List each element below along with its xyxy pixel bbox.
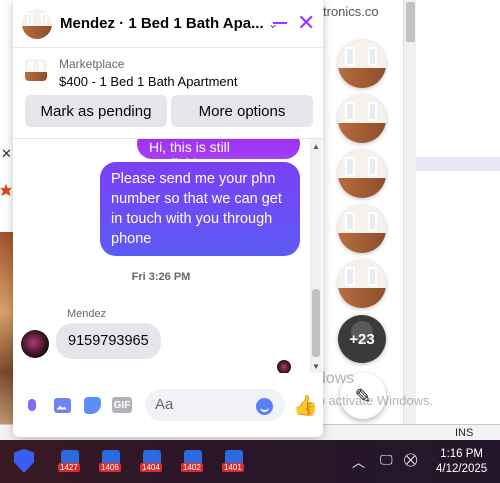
background-site-title: tronics.co: [323, 4, 379, 19]
notification-badge: 1404: [140, 463, 162, 472]
ins-indicator: INS: [455, 427, 474, 439]
network-icon[interactable]: ⛒: [404, 452, 417, 468]
message-thread[interactable]: Hi, this is still available Please send …: [13, 138, 323, 373]
sent-message-bubble[interactable]: Please send me your phn number so that w…: [100, 162, 300, 256]
more-chats-button[interactable]: +23: [338, 315, 386, 363]
minimize-icon[interactable]: [273, 22, 287, 24]
monitor-icon[interactable]: 🖵: [380, 452, 393, 468]
message-composer: GIF Aa 👍: [13, 385, 323, 425]
clock-date: 4/12/2025: [436, 463, 488, 475]
listing-card[interactable]: Marketplace $400 - 1 Bed 1 Bath Apartmen…: [13, 49, 323, 94]
notification-badge: 1427: [58, 463, 80, 472]
chat-head[interactable]: [338, 40, 386, 88]
apartment-thumbnail: [338, 40, 386, 88]
photo-icon[interactable]: [52, 395, 72, 415]
chat-window: Mendez · 1 Bed 1 Bath Apa... ⌄ ✕ Marketp…: [13, 0, 323, 437]
apartment-thumbnail: [338, 95, 386, 143]
gif-icon[interactable]: GIF: [112, 397, 132, 413]
sender-name: Mendez: [67, 308, 107, 320]
background-highlight-row: [416, 157, 500, 171]
scroll-down-icon[interactable]: ▼: [312, 362, 320, 371]
chat-header[interactable]: Mendez · 1 Bed 1 Bath Apa... ⌄ ✕: [13, 0, 323, 48]
security-shield-icon[interactable]: [14, 449, 34, 473]
conversation-avatar[interactable]: [22, 8, 52, 39]
chevron-up-icon[interactable]: ︿: [352, 452, 365, 471]
background-scrollbar[interactable]: ▼: [403, 0, 416, 436]
marketplace-label: Marketplace: [59, 57, 125, 71]
message-timestamp: Fri 3:26 PM: [131, 271, 191, 283]
thumbs-up-icon[interactable]: 👍: [293, 393, 318, 418]
sticker-icon[interactable]: [82, 395, 102, 415]
more-options-button[interactable]: More options: [171, 95, 313, 127]
taskbar-app-icon[interactable]: 1406: [99, 448, 123, 472]
message-scrollbar-thumb[interactable]: [312, 289, 320, 357]
seen-indicator-avatar: [277, 360, 291, 373]
close-icon[interactable]: ✕: [297, 11, 315, 35]
listing-thumbnail: [25, 59, 47, 81]
emoji-icon[interactable]: [256, 398, 273, 415]
more-chats-count: +23: [349, 330, 375, 348]
taskbar-app-icon[interactable]: 1404: [140, 448, 164, 472]
notification-badge: 1402: [181, 463, 203, 472]
chat-head[interactable]: [338, 205, 386, 253]
maple-leaf-icon: [0, 184, 12, 196]
taskbar-app-icon[interactable]: 1427: [58, 448, 82, 472]
sent-message-bubble[interactable]: Hi, this is still available: [137, 139, 300, 171]
notification-badge: 1406: [99, 463, 121, 472]
sender-avatar[interactable]: [21, 330, 49, 358]
clock-time: 1:16 PM: [440, 448, 483, 460]
background-right-panel: [416, 0, 500, 436]
notification-badge: 1401: [222, 463, 244, 472]
chat-heads: +23: [338, 40, 388, 363]
microphone-icon[interactable]: [22, 395, 42, 415]
chat-head[interactable]: [338, 95, 386, 143]
scroll-up-icon[interactable]: ▲: [312, 142, 320, 151]
chat-head[interactable]: [338, 150, 386, 198]
apartment-thumbnail: [338, 205, 386, 253]
mark-as-pending-button[interactable]: Mark as pending: [25, 95, 167, 127]
message-scrollbar[interactable]: ▲ ▼: [310, 139, 322, 373]
background-close-icon[interactable]: ✕: [1, 146, 12, 162]
conversation-title[interactable]: Mendez · 1 Bed 1 Bath Apa...: [60, 15, 264, 32]
listing-actions: Mark as pending More options: [25, 95, 313, 127]
background-image: [0, 232, 14, 432]
apartment-thumbnail: [338, 150, 386, 198]
listing-title[interactable]: $400 - 1 Bed 1 Bath Apartment: [59, 74, 238, 89]
taskbar: 1427 1406 1404 1402 1401 ︿ 🖵 ⛒ 1:16 PM 4…: [0, 440, 500, 483]
apartment-thumbnail: [338, 260, 386, 308]
chat-head[interactable]: [338, 260, 386, 308]
taskbar-app-icon[interactable]: 1401: [222, 448, 246, 472]
received-message-bubble[interactable]: 9159793965: [56, 323, 161, 359]
system-clock[interactable]: 1:16 PM 4/12/2025: [436, 447, 487, 477]
taskbar-app-icon[interactable]: 1402: [181, 448, 205, 472]
background-scrollbar-thumb[interactable]: [406, 2, 415, 42]
